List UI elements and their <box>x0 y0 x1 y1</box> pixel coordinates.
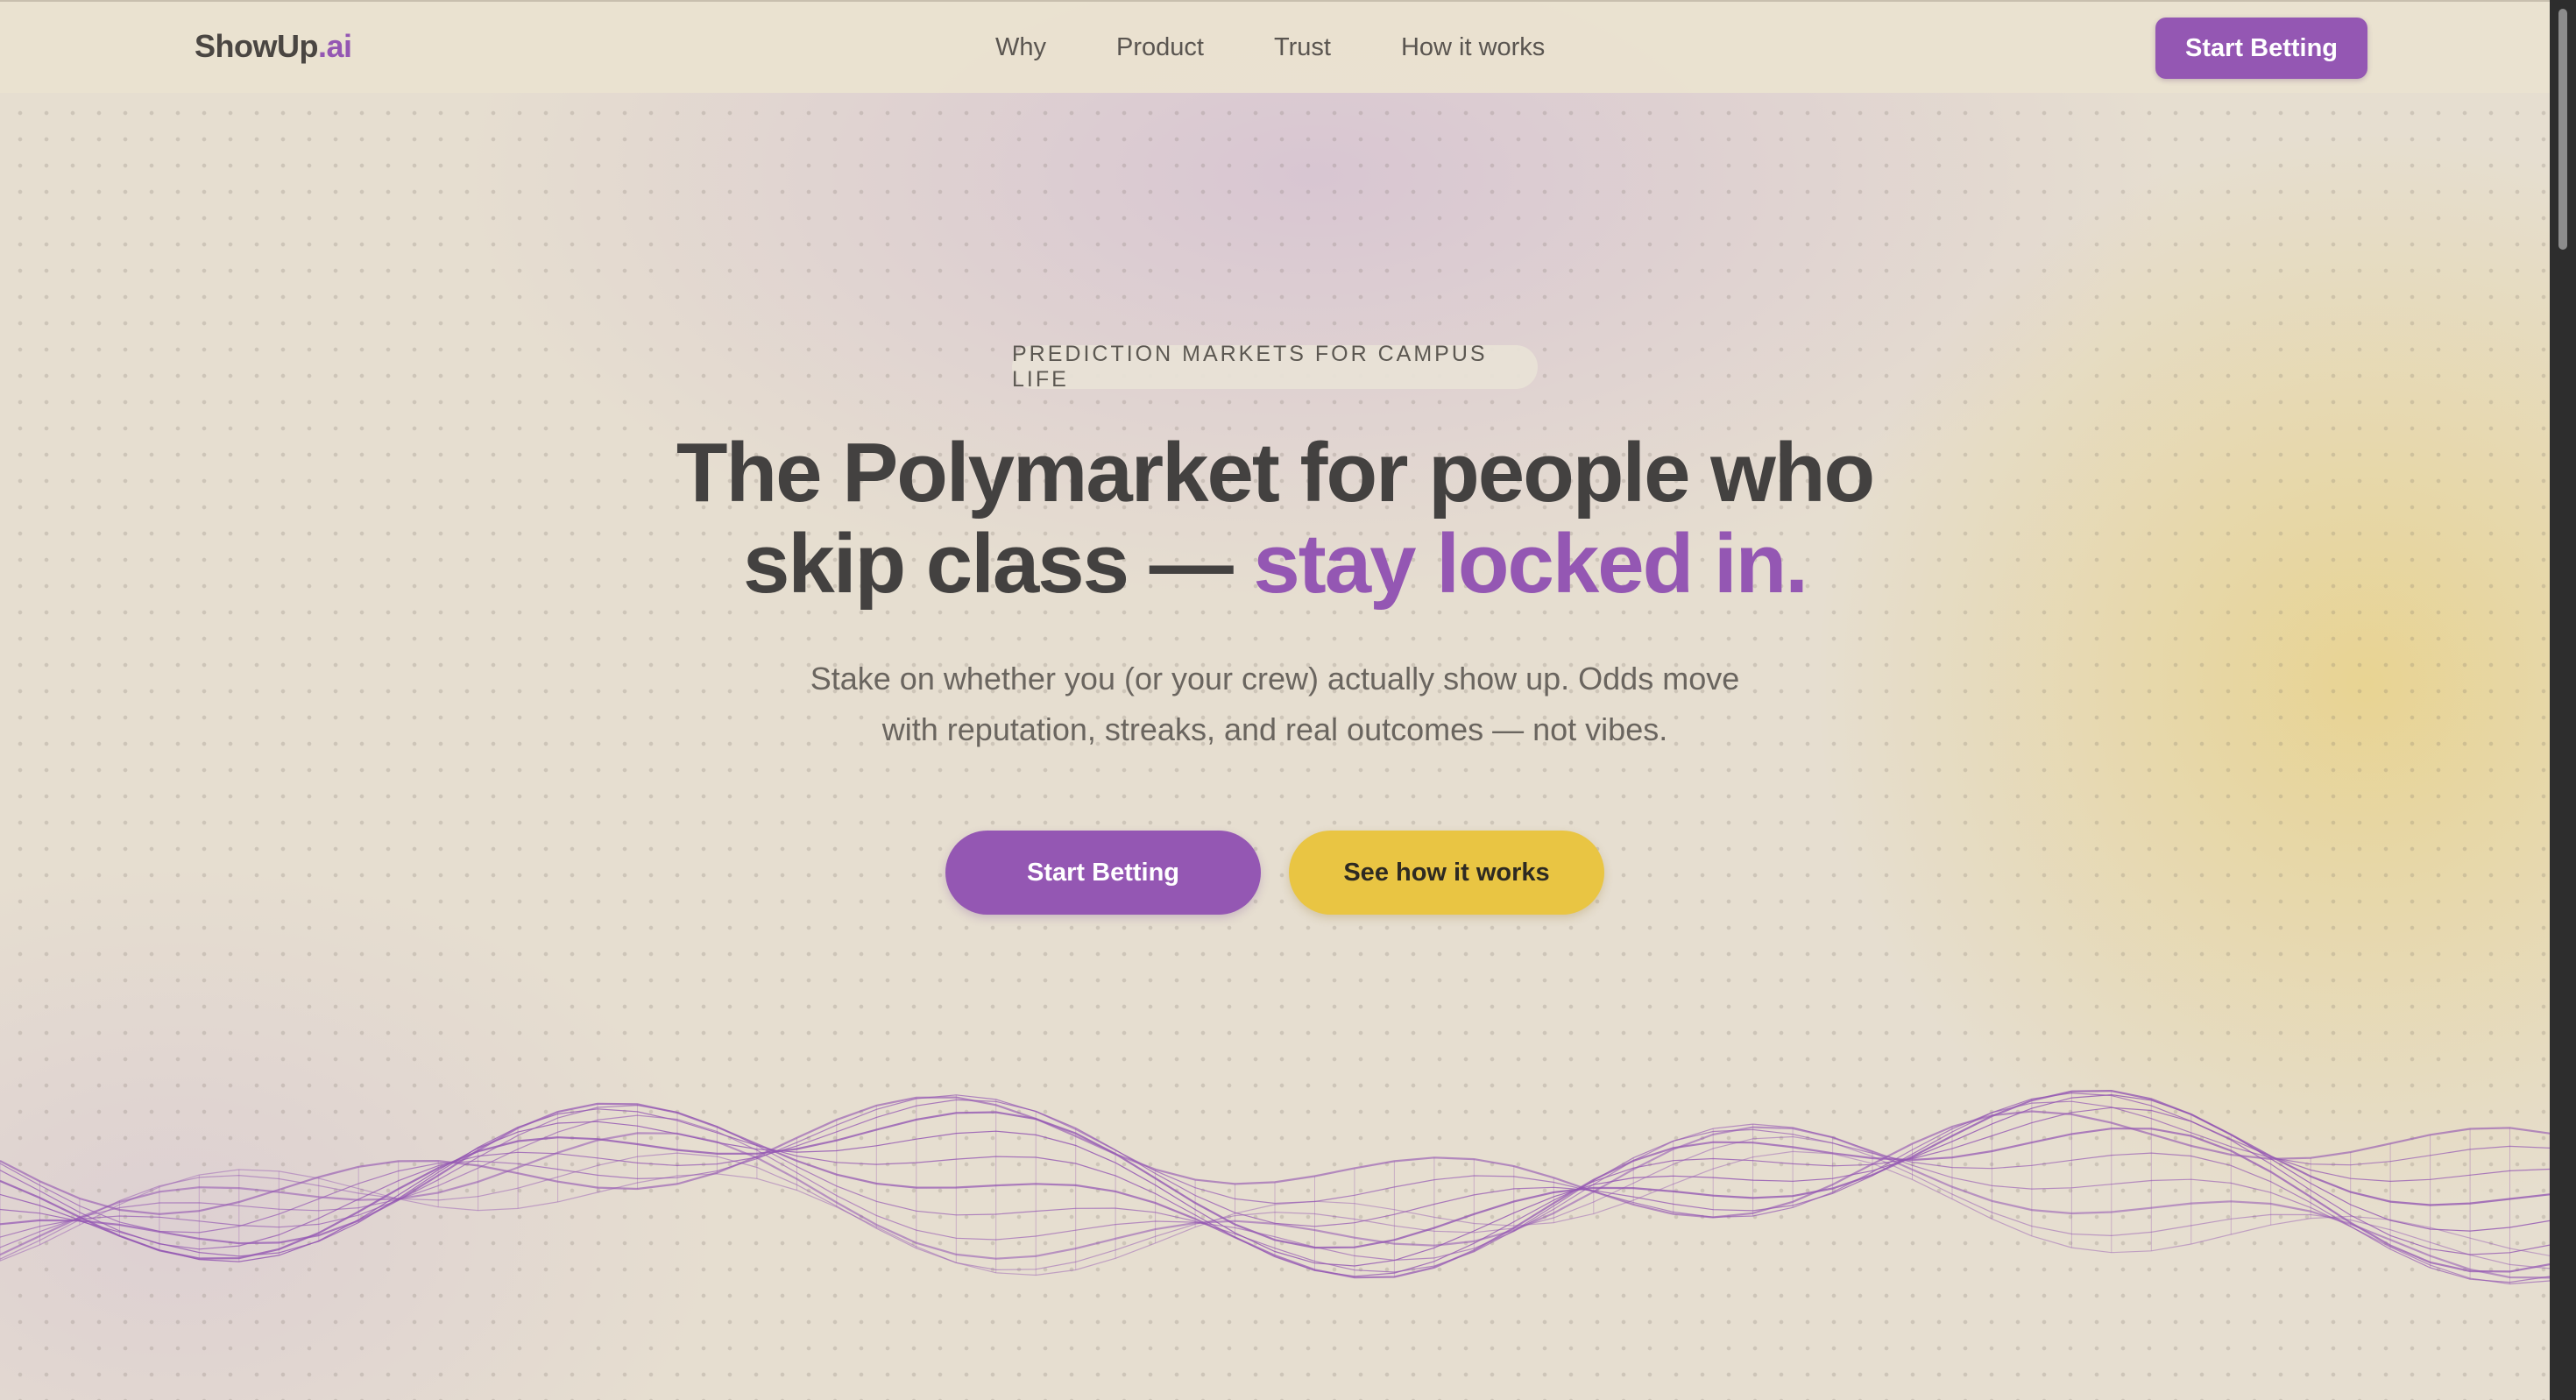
hero-headline-line2: skip class — stay locked in. <box>486 519 2063 610</box>
nav-links: Why Product Trust How it works <box>995 33 1545 62</box>
hero-headline-accent: stay locked in. <box>1253 517 1808 611</box>
logo-accent-text: .ai <box>317 28 352 64</box>
scrollbar-thumb[interactable] <box>2558 9 2567 250</box>
start-betting-button[interactable]: Start Betting <box>945 831 1261 915</box>
hero-headline: The Polymarket for people who skip class… <box>486 428 2063 610</box>
see-how-it-works-button[interactable]: See how it works <box>1289 831 1604 915</box>
hero-eyebrow-badge: PREDICTION MARKETS FOR CAMPUS LIFE <box>1012 342 1538 392</box>
page-viewport: PREDICTION MARKETS FOR CAMPUS LIFE The P… <box>0 0 2550 1400</box>
nav-start-betting-button[interactable]: Start Betting <box>2155 18 2367 79</box>
logo-main-text: ShowUp <box>195 28 318 64</box>
hero-subhead-line2: with reputation, streaks, and real outco… <box>881 711 1668 747</box>
nav-link-how-it-works[interactable]: How it works <box>1401 33 1545 62</box>
hero-headline-line1: The Polymarket for people who <box>676 426 1875 520</box>
top-navigation-bar: ShowUp.ai Why Product Trust How it works… <box>0 0 2550 93</box>
hero-subhead-line1: Stake on whether you (or your crew) actu… <box>810 661 1740 696</box>
hero-subhead: Stake on whether you (or your crew) actu… <box>749 654 1801 755</box>
nav-link-why[interactable]: Why <box>995 33 1046 62</box>
vertical-scrollbar[interactable] <box>2550 0 2576 1400</box>
wireframe-wave-graphic <box>0 1089 2550 1285</box>
hero-eyebrow-text: PREDICTION MARKETS FOR CAMPUS LIFE <box>1012 342 1488 392</box>
nav-link-product[interactable]: Product <box>1116 33 1204 62</box>
nav-link-trust[interactable]: Trust <box>1274 33 1331 62</box>
brand-logo[interactable]: ShowUp.ai <box>195 28 352 65</box>
hero-headline-plain: skip class — <box>743 517 1254 611</box>
